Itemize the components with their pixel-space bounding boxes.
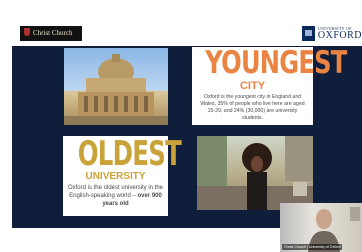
participant-name-label: Christ Church | University of Oxford	[282, 244, 343, 250]
oxford-logo: UNIVERSITY OF OXFORD	[302, 25, 362, 42]
youngest-city-card: YOUNGEST CITY Oxford is the youngest cit…	[192, 45, 347, 125]
youngest-description: Oxford is the youngest city in England a…	[200, 94, 305, 121]
christ-church-logo: Christ Church	[20, 26, 82, 41]
shield-icon	[24, 28, 30, 36]
oldest-description: Oxford is the oldest university in the E…	[67, 185, 164, 207]
city-subheading: CITY	[239, 80, 266, 92]
youngest-headline: YOUNGEST	[205, 45, 347, 81]
oxford-crest-icon	[302, 26, 315, 41]
webcam-thumbnail[interactable]: Christ Church | University of Oxford	[280, 203, 362, 252]
oldest-headline: OLDEST	[77, 134, 182, 174]
street-scene-drawing	[197, 136, 313, 210]
radcliffe-camera-photo	[64, 48, 168, 125]
oldest-university-card: OLDEST UNIVERSITY Oxford is the oldest u…	[63, 134, 182, 216]
radcliffe-camera-drawing	[64, 54, 168, 125]
top-bar	[0, 0, 362, 7]
street-photo	[197, 136, 313, 210]
